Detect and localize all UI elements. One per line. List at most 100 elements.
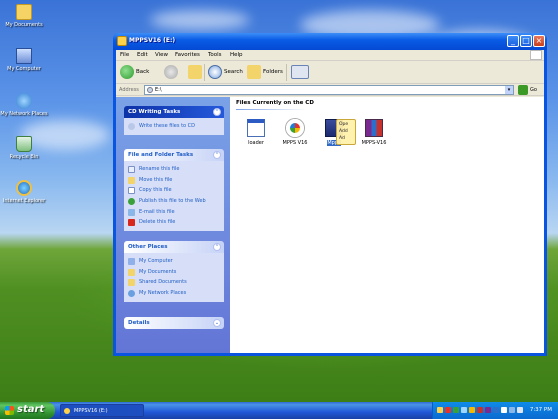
menu-view[interactable]: View: [155, 52, 168, 58]
go-button[interactable]: Go: [530, 87, 537, 93]
file-item-loader[interactable]: loader: [238, 119, 274, 146]
computer-icon: [128, 258, 135, 265]
task-publish-web[interactable]: Publish this file to the Web: [128, 196, 220, 207]
place-my-computer[interactable]: My Computer: [128, 256, 220, 267]
heading-underline: [236, 109, 306, 110]
task-label: Shared Documents: [139, 279, 187, 286]
close-button[interactable]: ×: [533, 35, 545, 47]
tray-icon[interactable]: [461, 407, 467, 413]
panel-cd-writing-tasks: CD Writing Tasks ⌃ Write these files to …: [124, 106, 224, 135]
start-button[interactable]: start: [0, 402, 55, 419]
task-delete-file[interactable]: Delete this file: [128, 217, 220, 228]
address-bar: Address E:\ ▾ Go: [116, 84, 544, 96]
up-folder-icon[interactable]: [188, 65, 202, 79]
tray-icon[interactable]: [453, 407, 459, 413]
desktop-icon-recycle-bin[interactable]: Recycle Bin: [0, 136, 48, 160]
publish-web-icon: [128, 198, 135, 206]
explorer-window: MPPSV16 (E:) _ □ × File Edit View Favori…: [113, 33, 547, 356]
computer-icon: [16, 48, 32, 64]
taskbar-window-button[interactable]: MPPSV16 (E:): [60, 404, 144, 417]
back-button[interactable]: Back: [136, 69, 149, 75]
panel-file-folder-tasks: File and Folder Tasks ⌃ Rename this file…: [124, 149, 224, 232]
search-button[interactable]: Search: [224, 69, 243, 75]
file-name: MPPS-V16: [361, 140, 387, 146]
task-label: Delete this file: [139, 219, 176, 226]
folder-documents-icon: [128, 268, 135, 276]
tray-icon[interactable]: [437, 407, 443, 413]
task-email-file[interactable]: E-mail this file: [128, 207, 220, 218]
menu-tools[interactable]: Tools: [208, 52, 222, 58]
desktop-icon-my-computer[interactable]: My Computer: [0, 48, 48, 72]
window-title: MPPSV16 (E:): [129, 37, 176, 44]
panel-title: Details: [128, 320, 150, 326]
windows-logo-icon: [530, 50, 542, 60]
copy-icon: [128, 187, 135, 195]
cd-drive-icon: [117, 36, 127, 46]
file-item-mpps-v16-archive[interactable]: MPPS-V16: [356, 119, 392, 146]
clock[interactable]: 7:37 PM: [530, 407, 552, 413]
task-label: E-mail this file: [139, 208, 175, 215]
menu-edit[interactable]: Edit: [137, 52, 148, 58]
collapse-chevron-icon[interactable]: ⌃: [213, 108, 221, 116]
internet-explorer-icon: [16, 180, 32, 196]
desktop-icon-my-network-places[interactable]: My Network Places: [0, 93, 48, 117]
maximize-button[interactable]: □: [520, 35, 532, 47]
file-item-mpps-v16[interactable]: MPPS V16: [277, 119, 313, 146]
address-input[interactable]: E:\ ▾: [144, 85, 514, 95]
panel-header[interactable]: Other Places ⌃: [124, 241, 224, 253]
popup-line: Add: [339, 129, 348, 134]
menu-file[interactable]: File: [120, 52, 129, 58]
winrar-archive-icon: [365, 119, 383, 137]
tray-icon[interactable]: [469, 407, 475, 413]
tray-icon[interactable]: [445, 407, 451, 413]
expand-chevron-icon[interactable]: ⌄: [213, 319, 221, 327]
file-list-area: Files Currently on the CD loader MPPS V1…: [230, 97, 544, 353]
place-my-documents[interactable]: My Documents: [128, 267, 220, 278]
task-copy-file[interactable]: Copy this file: [128, 185, 220, 196]
tray-icon[interactable]: [485, 407, 491, 413]
panel-header[interactable]: Details ⌄: [124, 317, 224, 329]
address-dropdown-icon[interactable]: ▾: [505, 86, 513, 94]
collapse-chevron-icon[interactable]: ⌃: [213, 243, 221, 251]
forward-arrow-icon[interactable]: [164, 65, 178, 79]
place-shared-documents[interactable]: Shared Documents: [128, 277, 220, 288]
minimize-button[interactable]: _: [507, 35, 519, 47]
tray-icon[interactable]: [477, 407, 483, 413]
collapse-chevron-icon[interactable]: ⌃: [213, 151, 221, 159]
desktop-icon-internet-explorer[interactable]: Internet Explorer: [0, 180, 48, 204]
menu-favorites[interactable]: Favorites: [175, 52, 200, 58]
task-write-files-to-cd[interactable]: Write these files to CD: [128, 121, 220, 132]
task-label: Publish this file to the Web: [139, 198, 206, 205]
desktop-icon-label: My Network Places: [0, 111, 48, 117]
tray-icon[interactable]: [493, 407, 499, 413]
task-rename-file[interactable]: Rename this file: [128, 164, 220, 175]
start-label: start: [17, 404, 45, 415]
write-cd-icon: [128, 123, 135, 130]
window-app-icon: [247, 119, 265, 137]
folders-icon[interactable]: [247, 65, 261, 79]
back-arrow-icon[interactable]: [120, 65, 134, 79]
delete-icon: [128, 219, 135, 227]
panel-details: Details ⌄: [124, 317, 224, 329]
desktop-icon-my-documents[interactable]: My Documents: [0, 4, 48, 28]
panel-header[interactable]: CD Writing Tasks ⌃: [124, 106, 224, 118]
go-arrow-icon[interactable]: [518, 85, 528, 95]
desktop-icon-label: Internet Explorer: [2, 198, 46, 204]
network-icon[interactable]: [517, 407, 523, 413]
tray-icon[interactable]: [501, 407, 507, 413]
folders-button[interactable]: Folders: [263, 69, 283, 75]
menu-help[interactable]: Help: [230, 52, 243, 58]
network-places-icon: [16, 93, 32, 109]
desktop-icon-label: My Computer: [7, 66, 41, 72]
popup-line: Ad: [339, 136, 345, 141]
search-icon[interactable]: [208, 65, 222, 79]
window-titlebar[interactable]: MPPSV16 (E:) _ □ ×: [113, 33, 547, 50]
panel-header[interactable]: File and Folder Tasks ⌃: [124, 149, 224, 161]
task-move-file[interactable]: Move this file: [128, 175, 220, 186]
task-label: Copy this file: [139, 187, 172, 194]
speaker-icon[interactable]: [509, 407, 515, 413]
place-my-network-places[interactable]: My Network Places: [128, 288, 220, 299]
views-icon[interactable]: [291, 65, 309, 79]
recycle-bin-icon: [16, 136, 32, 152]
desktop-icon-label: My Documents: [5, 22, 43, 28]
